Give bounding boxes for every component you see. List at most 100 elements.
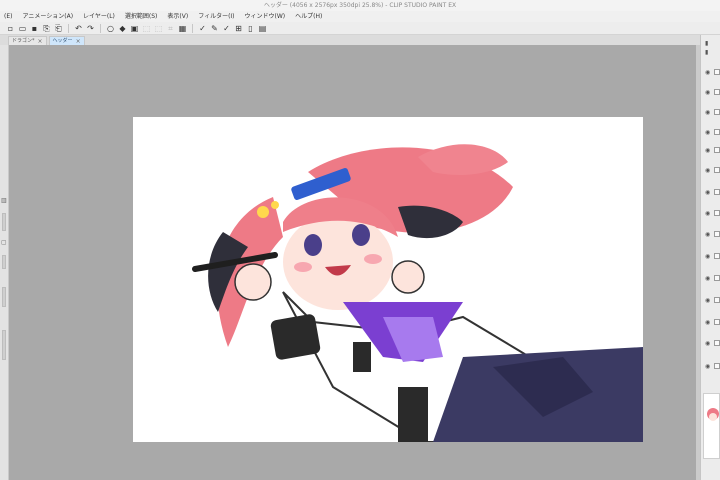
export-icon[interactable]: ⎘ — [42, 24, 51, 33]
slider-handle[interactable] — [2, 287, 6, 307]
layer-checkbox[interactable] — [714, 147, 720, 153]
eye-icon[interactable]: ◉ — [705, 340, 712, 347]
layer-checkbox[interactable] — [714, 275, 720, 281]
tab-label: ドラゴン* — [12, 37, 35, 44]
eye-icon[interactable]: ◉ — [705, 363, 712, 370]
slider-handle[interactable] — [2, 213, 6, 231]
layer-checkbox[interactable] — [714, 363, 720, 369]
lasso-icon[interactable]: ✓ — [222, 24, 231, 33]
layer-settings-icon[interactable]: ⊞ — [234, 24, 243, 33]
menu-layer[interactable]: レイヤー(L) — [79, 11, 121, 22]
layer-checkbox[interactable] — [714, 69, 720, 75]
app-window: ヘッダー (4056 x 2576px 350dpi 25.8%) - CLIP… — [0, 0, 720, 480]
menu-bar: (E) アニメーション(A) レイヤー(L) 選択範囲(S) 表示(V) フィル… — [0, 11, 720, 22]
glove — [270, 314, 321, 360]
hair-highlight — [257, 206, 269, 218]
menu-selection[interactable]: 選択範囲(S) — [121, 11, 164, 22]
layer-checkbox[interactable] — [714, 253, 720, 259]
slider-handle[interactable] — [2, 255, 6, 269]
layer-checkbox[interactable] — [714, 89, 720, 95]
menu-edit[interactable]: (E) — [0, 11, 18, 22]
stocking — [398, 387, 428, 442]
redo-icon[interactable]: ↷ — [86, 24, 95, 33]
transform-icon[interactable]: ▣ — [130, 24, 139, 33]
command-bar: ▫ ▭ ▪ ⎘ ⎗ ↶ ↷ ○ ◆ ▣ ⬚ ⬚ ⌗ ▦ ✓ ✎ ✓ ⊞ ▯ ▤ — [0, 22, 720, 35]
new-file-icon[interactable]: ▫ — [6, 24, 15, 33]
tab-header[interactable]: ヘッダー × — [48, 36, 85, 46]
eye-left — [304, 234, 322, 256]
layer-checkbox[interactable] — [714, 297, 720, 303]
eye-icon[interactable]: ◉ — [705, 69, 712, 76]
eye-icon[interactable]: ◉ — [705, 297, 712, 304]
left-panel-strip: ▥ ▢ — [0, 45, 9, 480]
open-folder-icon[interactable]: ▭ — [18, 24, 27, 33]
eye-icon[interactable]: ◉ — [705, 275, 712, 282]
select-all-icon[interactable]: ⬚ — [142, 24, 151, 33]
layer-panel: ▮ ▮ ◉ ◉ ◉ ◉ ◉ ◉ ◉ ◉ ◉ ◉ ◉ ◉ ◉ ◉ ◉ — [700, 35, 720, 480]
eye-icon[interactable]: ◉ — [705, 189, 712, 196]
character-artwork — [192, 144, 643, 442]
fill-icon[interactable]: ◆ — [118, 24, 127, 33]
menu-view[interactable]: 表示(V) — [163, 11, 194, 22]
check-icon[interactable]: ✓ — [198, 24, 207, 33]
toolbar-divider — [100, 23, 101, 33]
close-icon[interactable]: × — [38, 37, 43, 46]
document-icon[interactable]: ▯ — [246, 24, 255, 33]
save-icon[interactable]: ▪ — [30, 24, 39, 33]
pen-icon[interactable]: ✎ — [210, 24, 219, 33]
tab-label: ヘッダー — [52, 37, 73, 44]
thumbnail-face — [709, 413, 717, 421]
title-bar: ヘッダー (4056 x 2576px 350dpi 25.8%) - CLIP… — [0, 0, 720, 11]
toolbar-divider — [68, 23, 69, 33]
navigator-thumbnail[interactable] — [703, 393, 720, 459]
eye-icon[interactable]: ◉ — [705, 129, 712, 136]
eye-icon[interactable]: ◉ — [705, 147, 712, 154]
window-title: ヘッダー (4056 x 2576px 350dpi 25.8%) - CLIP… — [263, 2, 457, 9]
menu-animation[interactable]: アニメーション(A) — [18, 11, 79, 22]
hair-tail-right — [418, 144, 508, 175]
blush — [364, 254, 382, 264]
clear-icon[interactable]: ○ — [106, 24, 115, 33]
layer-checkbox[interactable] — [714, 319, 720, 325]
toolbar-divider — [192, 23, 193, 33]
crop-icon[interactable]: ⌗ — [166, 24, 175, 33]
eye-icon[interactable]: ◉ — [705, 210, 712, 217]
layer-checkbox[interactable] — [714, 210, 720, 216]
layer-checkbox[interactable] — [714, 340, 720, 346]
hand-left — [234, 263, 272, 301]
sleeve-cuff — [353, 342, 371, 372]
hand-right — [391, 260, 425, 294]
menu-filter[interactable]: フィルター(I) — [194, 11, 240, 22]
slider-handle[interactable] — [2, 330, 6, 360]
eye-icon[interactable]: ◉ — [705, 109, 712, 116]
show-selection-icon[interactable]: ▦ — [178, 24, 187, 33]
layer-checkbox[interactable] — [714, 231, 720, 237]
menu-window[interactable]: ウィンドウ(W) — [241, 11, 292, 22]
lock-icon[interactable]: ▢ — [1, 240, 7, 246]
eye-icon[interactable]: ◉ — [705, 253, 712, 260]
trash-icon[interactable]: ▥ — [1, 198, 7, 204]
document-tab-bar: ドラゴン* × ヘッダー × — [0, 35, 700, 45]
eye-icon[interactable]: ◉ — [705, 89, 712, 96]
close-icon[interactable]: × — [76, 37, 81, 46]
blush — [294, 262, 312, 272]
eye-icon[interactable]: ◉ — [705, 319, 712, 326]
layer-checkbox[interactable] — [714, 129, 720, 135]
panel-settings-icon[interactable]: ▮ — [705, 49, 712, 56]
eye-icon[interactable]: ◉ — [705, 231, 712, 238]
palette-icon[interactable]: ▤ — [258, 24, 267, 33]
layer-checkbox[interactable] — [714, 109, 720, 115]
undo-icon[interactable]: ↶ — [74, 24, 83, 33]
menu-help[interactable]: ヘルプ(H) — [291, 11, 328, 22]
thumbnail-preview — [707, 408, 719, 421]
deselect-icon[interactable]: ⬚ — [154, 24, 163, 33]
eye-icon[interactable]: ◉ — [705, 167, 712, 174]
drawing-canvas[interactable] — [133, 117, 643, 442]
layer-checkbox[interactable] — [714, 167, 720, 173]
layer-checkbox[interactable] — [714, 189, 720, 195]
panel-menu-icon[interactable]: ▮ — [705, 40, 712, 47]
tab-dragon[interactable]: ドラゴン* × — [8, 36, 47, 45]
hair-highlight — [271, 201, 279, 209]
import-icon[interactable]: ⎗ — [54, 24, 63, 33]
eye-right — [352, 224, 370, 246]
